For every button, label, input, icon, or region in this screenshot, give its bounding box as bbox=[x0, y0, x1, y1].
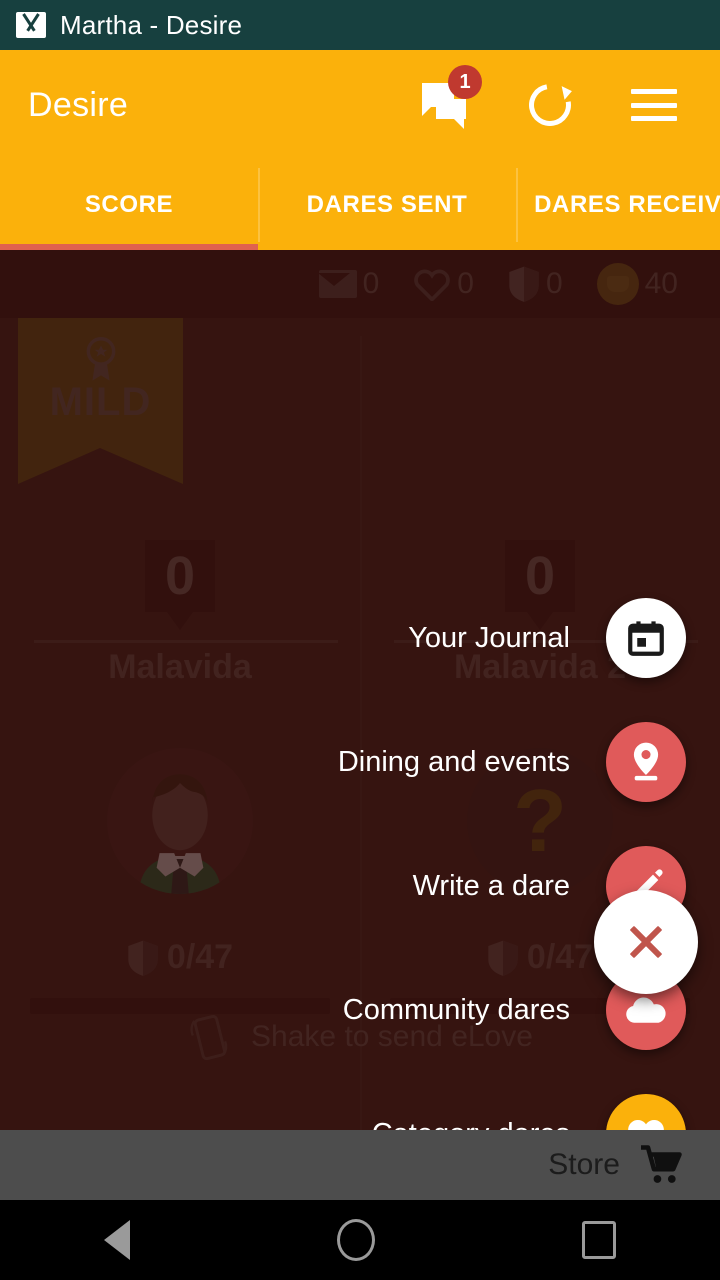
refresh-icon bbox=[520, 75, 580, 135]
chat-button[interactable]: 1 bbox=[418, 65, 482, 133]
shopping-cart-icon bbox=[638, 1144, 686, 1186]
fab-item-dining-and-events[interactable]: Dining and events bbox=[338, 722, 686, 802]
tab-label: SCORE bbox=[84, 191, 174, 218]
android-nav-bar bbox=[0, 1200, 720, 1280]
app-bar-top: Desire 1 bbox=[0, 50, 720, 160]
tab-label: DARES RECEIVED bbox=[534, 191, 720, 218]
close-icon bbox=[626, 922, 666, 962]
app-bar: Desire 1 SCORE DARES SENT DARES RECEIV bbox=[0, 50, 720, 250]
tab-label: DARES SENT bbox=[306, 191, 468, 218]
menu-button[interactable] bbox=[626, 77, 682, 133]
store-bar[interactable]: Store bbox=[0, 1130, 720, 1200]
home-circle-icon[interactable] bbox=[336, 1219, 375, 1261]
tab-dares-sent[interactable]: DARES SENT bbox=[258, 160, 516, 250]
fab-item-label: Write a dare bbox=[412, 869, 570, 902]
recents-square-icon[interactable] bbox=[582, 1221, 617, 1259]
fab-close-button[interactable] bbox=[594, 890, 698, 994]
store-label: Store bbox=[548, 1148, 620, 1181]
tab-score[interactable]: SCORE bbox=[0, 160, 258, 250]
calendar-icon bbox=[606, 598, 686, 678]
chat-badge: 1 bbox=[448, 65, 482, 99]
tab-bar: SCORE DARES SENT DARES RECEIVED bbox=[0, 160, 720, 250]
back-triangle-icon[interactable] bbox=[103, 1220, 130, 1260]
fab-item-your-journal[interactable]: Your Journal bbox=[408, 598, 686, 678]
gmail-icon bbox=[16, 12, 46, 38]
status-bar-title: Martha - Desire bbox=[60, 9, 243, 40]
page-title: Desire bbox=[28, 85, 129, 124]
phone-screen: Martha - Desire Desire 1 SCORE DARES SEN… bbox=[0, 0, 720, 1280]
refresh-button[interactable] bbox=[520, 75, 580, 135]
fab-item-label: Your Journal bbox=[408, 621, 570, 654]
app-bar-actions: 1 bbox=[418, 65, 692, 135]
status-bar: Martha - Desire bbox=[0, 0, 720, 50]
fab-item-label: Dining and events bbox=[337, 745, 570, 778]
score-content: 0 0 0 40 bbox=[0, 250, 720, 1150]
location-pin-icon bbox=[606, 722, 686, 802]
tab-dares-received[interactable]: DARES RECEIVED bbox=[516, 160, 720, 250]
hamburger-menu-icon bbox=[631, 89, 677, 121]
fab-item-label: Community dares bbox=[342, 993, 570, 1026]
